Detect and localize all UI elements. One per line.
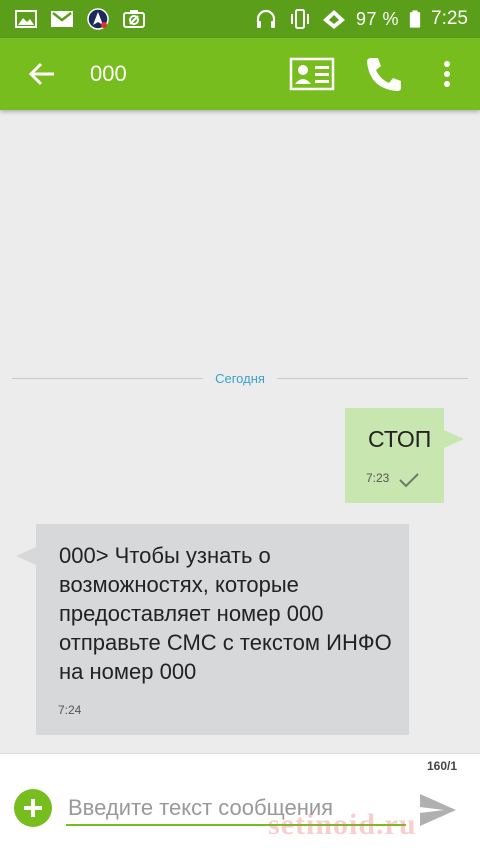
incoming-message-text: 000> Чтобы узнать о возможностях, которы… [59, 543, 392, 684]
back-arrow-icon [28, 62, 54, 86]
status-time: 7:25 [431, 8, 468, 29]
phone-icon [367, 58, 401, 91]
status-right: 97 % 7:25 [254, 0, 468, 38]
headset-icon [256, 9, 276, 28]
more-vert-icon [444, 61, 450, 67]
navigation-app-icon [87, 8, 109, 30]
image-icon [15, 10, 37, 28]
status-bar: 97 % 7:25 [0, 0, 480, 38]
attach-button[interactable] [14, 789, 52, 827]
outgoing-message-time: 7:23 [366, 471, 390, 485]
more-options-button[interactable] [436, 58, 458, 90]
add-circle-icon [24, 799, 42, 817]
outgoing-bubble-tail [444, 430, 464, 448]
battery-percent: 97 % [355, 8, 400, 29]
outgoing-message-text: СТОП [368, 426, 432, 452]
check-icon [399, 473, 419, 488]
camera-off-icon [123, 10, 145, 28]
contact-card-icon [289, 57, 335, 91]
conversation-title: 000 [90, 61, 127, 86]
call-button[interactable] [362, 54, 404, 94]
status-left-icons [14, 8, 146, 30]
incoming-message-time: 7:24 [58, 703, 82, 717]
battery-icon [409, 10, 421, 28]
send-button[interactable] [416, 790, 458, 830]
date-divider: Сегодня [12, 368, 469, 388]
contact-button[interactable] [289, 57, 335, 91]
vibrate-icon [290, 9, 309, 29]
back-button[interactable] [22, 56, 62, 92]
watermark: setinoid.ru [268, 808, 417, 841]
send-icon [420, 794, 456, 826]
conversation-toolbar: 000 [0, 38, 480, 110]
signal-icon [322, 10, 345, 29]
character-counter: 160/1 [426, 759, 457, 773]
outgoing-message-bubble[interactable] [345, 408, 444, 503]
gmail-icon [51, 11, 73, 27]
date-label: Сегодня [215, 370, 265, 386]
incoming-bubble-tail [16, 547, 36, 565]
